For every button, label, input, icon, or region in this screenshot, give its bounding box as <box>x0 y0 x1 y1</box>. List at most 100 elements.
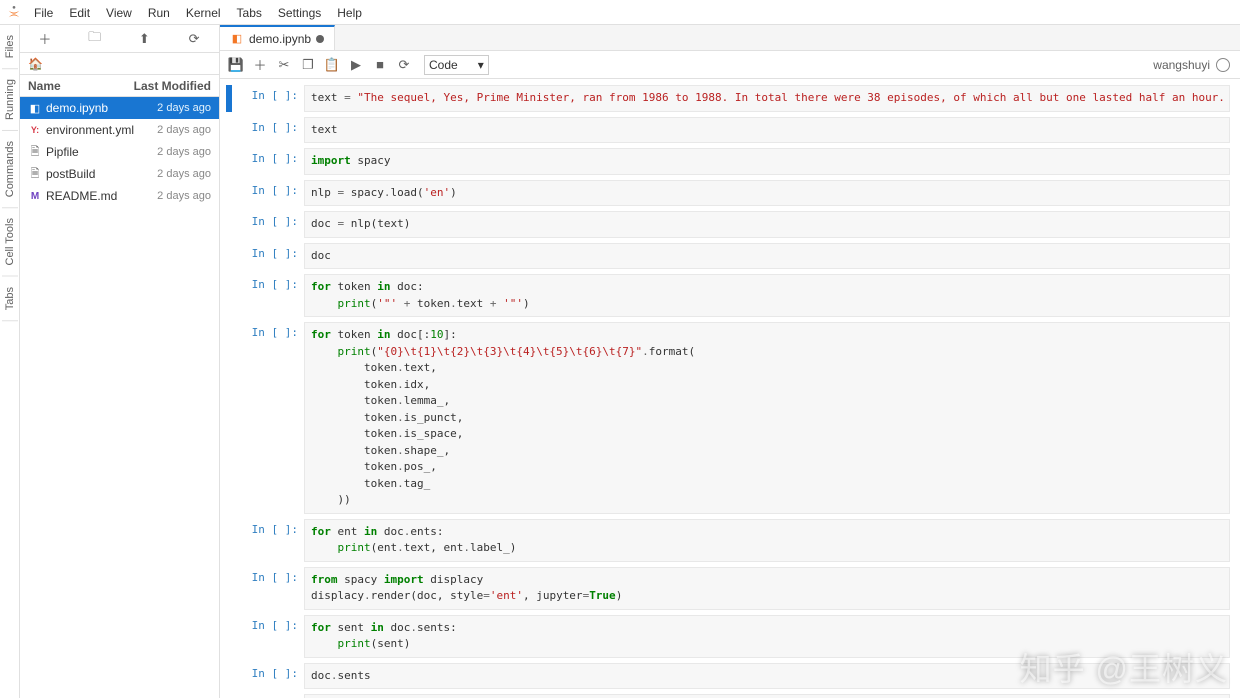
input-prompt: In [ ]: <box>234 567 304 610</box>
code-input[interactable]: nlp = spacy.load('en') <box>304 180 1230 207</box>
save-button[interactable]: 💾 <box>224 57 248 73</box>
file-item[interactable]: 🗎postBuild2 days ago <box>20 163 219 185</box>
new-item-button[interactable]: ＋ <box>33 29 57 48</box>
side-tab-running[interactable]: Running <box>2 69 18 131</box>
menubar: FileEditViewRunKernelTabsSettingsHelp <box>0 0 1240 25</box>
cell-collapse-bar[interactable] <box>226 85 232 112</box>
code-input[interactable]: list(doc.sents) <box>304 694 1230 698</box>
file-item[interactable]: 🗎 Pipfile 2 days ago <box>20 141 219 163</box>
code-cell[interactable]: In [ ]:from spacy import displacy displa… <box>226 567 1230 610</box>
input-prompt: In [ ]: <box>234 180 304 207</box>
side-tab-tabs[interactable]: Tabs <box>2 277 18 321</box>
cell-type-select[interactable]: Code ▾ <box>424 55 489 75</box>
code-input[interactable]: for token in doc: print('"' + token.text… <box>304 274 1230 317</box>
file-type-icon: 🗎 <box>28 145 42 159</box>
file-modified: 2 days ago <box>157 190 211 202</box>
cell-collapse-bar[interactable] <box>226 615 232 658</box>
file-name: README.md <box>46 189 117 203</box>
menu-kernel[interactable]: Kernel <box>178 3 229 23</box>
menu-help[interactable]: Help <box>329 3 370 23</box>
code-cell[interactable]: In [ ]:doc = nlp(text) <box>226 211 1230 238</box>
side-tab-files[interactable]: Files <box>2 25 18 69</box>
cell-collapse-bar[interactable] <box>226 322 232 514</box>
header-modified: Last Modified <box>134 79 211 93</box>
cell-collapse-bar[interactable] <box>226 117 232 144</box>
code-cell[interactable]: In [ ]:for ent in doc.ents: print(ent.te… <box>226 519 1230 562</box>
cell-collapse-bar[interactable] <box>226 519 232 562</box>
cell-collapse-bar[interactable] <box>226 211 232 238</box>
code-input[interactable]: text = "The sequel, Yes, Prime Minister,… <box>304 85 1230 112</box>
input-prompt: In [ ]: <box>234 519 304 562</box>
cell-collapse-bar[interactable] <box>226 274 232 317</box>
insert-cell-button[interactable]: ＋ <box>248 55 272 74</box>
filebrowser-toolbar: ＋ 🗀 ⬆ ⟳ <box>20 25 219 53</box>
stop-button[interactable]: ■ <box>368 57 392 72</box>
input-prompt: In [ ]: <box>234 322 304 514</box>
paste-button[interactable]: 📋 <box>320 57 344 73</box>
cut-button[interactable]: ✂ <box>272 57 296 73</box>
menu-run[interactable]: Run <box>140 3 178 23</box>
code-cell[interactable]: In [ ]:nlp = spacy.load('en') <box>226 180 1230 207</box>
side-tab-commands[interactable]: Commands <box>2 131 18 208</box>
menu-view[interactable]: View <box>98 3 140 23</box>
kernel-indicator[interactable]: wangshuyi <box>1153 58 1236 72</box>
side-tab-cell-tools[interactable]: Cell Tools <box>2 208 18 277</box>
code-input[interactable]: for sent in doc.sents: print(sent) <box>304 615 1230 658</box>
file-modified: 2 days ago <box>157 168 211 180</box>
input-prompt: In [ ]: <box>234 117 304 144</box>
cell-collapse-bar[interactable] <box>226 663 232 690</box>
file-item[interactable]: Y:environment.yml2 days ago <box>20 119 219 141</box>
kernel-name: wangshuyi <box>1153 58 1210 72</box>
menu-file[interactable]: File <box>26 3 61 23</box>
cell-collapse-bar[interactable] <box>226 567 232 610</box>
input-prompt: In [ ]: <box>234 85 304 112</box>
code-cell[interactable]: In [ ]:for token in doc[:10]: print("{0}… <box>226 322 1230 514</box>
code-input[interactable]: doc = nlp(text) <box>304 211 1230 238</box>
header-name: Name <box>28 79 61 93</box>
code-input[interactable]: text <box>304 117 1230 144</box>
file-type-icon: M <box>28 189 42 203</box>
new-folder-button[interactable]: 🗀 <box>83 28 107 50</box>
file-name: Pipfile <box>46 145 79 159</box>
dirty-indicator-icon <box>316 35 324 43</box>
code-input[interactable]: for token in doc[:10]: print("{0}\t{1}\t… <box>304 322 1230 514</box>
code-cell[interactable]: In [ ]:for sent in doc.sents: print(sent… <box>226 615 1230 658</box>
work-area: ◧ demo.ipynb 💾 ＋ ✂ ❐ 📋 ▶ ■ ⟳ Code ▾ wang… <box>220 25 1240 698</box>
refresh-button[interactable]: ⟳ <box>182 31 206 47</box>
file-modified: 2 days ago <box>157 124 211 136</box>
code-input[interactable]: doc.sents <box>304 663 1230 690</box>
home-icon[interactable]: 🏠 <box>28 57 43 71</box>
file-item[interactable]: ◧demo.ipynb2 days ago <box>20 97 219 119</box>
menu-tabs[interactable]: Tabs <box>229 3 270 23</box>
run-button[interactable]: ▶ <box>344 57 368 73</box>
menu-settings[interactable]: Settings <box>270 3 329 23</box>
file-modified: 2 days ago <box>157 146 211 158</box>
code-input[interactable]: doc <box>304 243 1230 270</box>
upload-button[interactable]: ⬆ <box>132 31 156 47</box>
input-prompt: In [ ]: <box>234 615 304 658</box>
code-cell[interactable]: In [ ]:text = "The sequel, Yes, Prime Mi… <box>226 85 1230 112</box>
restart-button[interactable]: ⟳ <box>392 57 416 73</box>
code-cell[interactable]: In [ ]:doc.sents <box>226 663 1230 690</box>
file-type-icon: ◧ <box>28 101 42 115</box>
cell-collapse-bar[interactable] <box>226 180 232 207</box>
menu-edit[interactable]: Edit <box>61 3 98 23</box>
code-cell[interactable]: In [ ]:text <box>226 117 1230 144</box>
code-input[interactable]: import spacy <box>304 148 1230 175</box>
code-cell[interactable]: In [ ]:list(doc.sents) <box>226 694 1230 698</box>
file-type-icon: Y: <box>28 123 42 137</box>
code-cell[interactable]: In [ ]:doc <box>226 243 1230 270</box>
cell-collapse-bar[interactable] <box>226 243 232 270</box>
cell-collapse-bar[interactable] <box>226 148 232 175</box>
code-cell[interactable]: In [ ]:for token in doc: print('"' + tok… <box>226 274 1230 317</box>
file-item[interactable]: M README.md 2 days ago <box>20 185 219 207</box>
code-cell[interactable]: In [ ]:import spacy <box>226 148 1230 175</box>
tab-demo-ipynb[interactable]: ◧ demo.ipynb <box>220 25 335 50</box>
notebook-cells: In [ ]:text = "The sequel, Yes, Prime Mi… <box>220 79 1240 698</box>
code-input[interactable]: for ent in doc.ents: print(ent.text, ent… <box>304 519 1230 562</box>
code-input[interactable]: from spacy import displacy displacy.rend… <box>304 567 1230 610</box>
cell-collapse-bar[interactable] <box>226 694 232 698</box>
file-name: demo.ipynb <box>46 101 108 115</box>
copy-button[interactable]: ❐ <box>296 57 320 73</box>
breadcrumb[interactable]: 🏠 <box>20 53 219 75</box>
